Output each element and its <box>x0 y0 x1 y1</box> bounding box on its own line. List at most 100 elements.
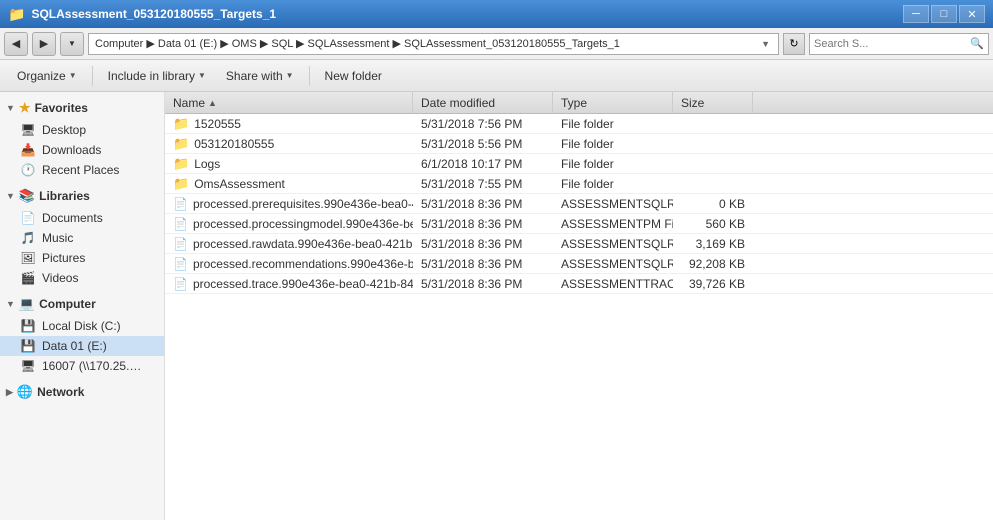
search-box[interactable]: 🔍 <box>809 33 989 55</box>
file-type: ASSESSMENTTRAC... <box>561 277 673 291</box>
title-bar-text: SQLAssessment_053120180555_Targets_1 <box>31 7 276 21</box>
sidebar-item-music[interactable]: 🎵 Music <box>0 228 164 248</box>
sidebar-item-downloads-label: Downloads <box>42 143 101 157</box>
file-type: File folder <box>561 177 614 191</box>
file-date: 5/31/2018 7:55 PM <box>421 177 522 191</box>
sidebar-item-desktop[interactable]: 🖥 Desktop <box>0 120 164 140</box>
sidebar-computer-header[interactable]: ▼ 💻 Computer <box>0 292 164 316</box>
col-header-name[interactable]: Name ▲ <box>165 92 413 113</box>
local-disk-c-icon: 💾 <box>20 318 36 334</box>
sidebar-favorites-header[interactable]: ▼ ★ Favorites <box>0 96 164 120</box>
file-cell-date: 5/31/2018 7:55 PM <box>413 177 553 191</box>
sidebar-item-recent-places[interactable]: 🕐 Recent Places <box>0 160 164 180</box>
col-header-size[interactable]: Size <box>673 92 753 113</box>
sidebar-item-downloads[interactable]: 📥 Downloads <box>0 140 164 160</box>
recent-places-icon: 🕐 <box>20 162 36 178</box>
table-row[interactable]: 📄 processed.rawdata.990e436e-bea0-421b-8… <box>165 234 993 254</box>
sidebar-item-data01-e[interactable]: 💾 Data 01 (E:) <box>0 336 164 356</box>
maximize-button[interactable]: □ <box>931 5 957 23</box>
file-date: 5/31/2018 7:56 PM <box>421 117 522 131</box>
table-row[interactable]: 📄 processed.trace.990e436e-bea0-421b-845… <box>165 274 993 294</box>
folder-icon: 📁 <box>173 156 189 172</box>
table-row[interactable]: 📁 Logs 6/1/2018 10:17 PM File folder <box>165 154 993 174</box>
sidebar-item-documents[interactable]: 📄 Documents <box>0 208 164 228</box>
file-cell-name: 📄 processed.recommendations.990e436e-bea… <box>165 257 413 271</box>
file-cell-name: 📁 053120180555 <box>165 136 413 152</box>
recent-locations-button[interactable]: ▼ <box>60 32 84 56</box>
network-label: Network <box>37 385 84 399</box>
address-path[interactable]: Computer ▶ Data 01 (E:) ▶ OMS ▶ SQL ▶ SQ… <box>88 33 779 55</box>
back-button[interactable]: ◀ <box>4 32 28 56</box>
downloads-icon: 📥 <box>20 142 36 158</box>
sidebar-item-pictures[interactable]: 🖼 Pictures <box>0 248 164 268</box>
file-date: 6/1/2018 10:17 PM <box>421 157 522 171</box>
title-bar-controls: ─ □ ✕ <box>903 5 985 23</box>
file-cell-date: 5/31/2018 8:36 PM <box>413 217 553 231</box>
file-type: ASSESSMENTSQLRE... <box>561 257 673 271</box>
file-name: 1520555 <box>194 117 241 131</box>
file-name: processed.rawdata.990e436e-bea0-421b-8..… <box>193 237 413 251</box>
file-cell-type: ASSESSMENTPM File <box>553 217 673 231</box>
file-name: processed.prerequisites.990e436e-bea0-42… <box>193 197 413 211</box>
file-cell-name: 📄 processed.rawdata.990e436e-bea0-421b-8… <box>165 237 413 251</box>
file-type: File folder <box>561 157 614 171</box>
search-icon[interactable]: 🔍 <box>970 37 984 50</box>
sidebar-item-network-drive[interactable]: 🖥 16007 (\\170.25.56.2 <box>0 356 164 376</box>
sidebar-libraries-header[interactable]: ▼ 📚 Libraries <box>0 184 164 208</box>
libraries-icon: 📚 <box>19 188 35 204</box>
col-header-type[interactable]: Type <box>553 92 673 113</box>
file-date: 5/31/2018 8:36 PM <box>421 217 522 231</box>
share-with-label: Share with <box>226 69 283 83</box>
file-cell-size: 92,208 KB <box>673 257 753 271</box>
file-cell-type: File folder <box>553 157 673 171</box>
table-row[interactable]: 📄 processed.recommendations.990e436e-bea… <box>165 254 993 274</box>
file-type: ASSESSMENTPM File <box>561 217 673 231</box>
table-row[interactable]: 📁 OmsAssessment 5/31/2018 7:55 PM File f… <box>165 174 993 194</box>
folder-icon: 📁 <box>173 116 189 132</box>
desktop-icon: 🖥 <box>20 122 36 138</box>
address-dropdown-arrow[interactable]: ▼ <box>759 39 772 49</box>
file-cell-type: File folder <box>553 137 673 151</box>
close-button[interactable]: ✕ <box>959 5 985 23</box>
computer-label: Computer <box>39 297 96 311</box>
network-collapse-arrow: ▶ <box>6 387 13 398</box>
title-bar: 📁 SQLAssessment_053120180555_Targets_1 ─… <box>0 0 993 28</box>
refresh-button[interactable]: ↻ <box>783 33 805 55</box>
videos-icon: 🎬 <box>20 270 36 286</box>
table-row[interactable]: 📁 1520555 5/31/2018 7:56 PM File folder <box>165 114 993 134</box>
sidebar-item-documents-label: Documents <box>42 211 103 225</box>
file-type: ASSESSMENTSQLR... <box>561 237 673 251</box>
file-size: 0 KB <box>719 197 745 211</box>
file-cell-name: 📁 OmsAssessment <box>165 176 413 192</box>
sidebar-item-videos[interactable]: 🎬 Videos <box>0 268 164 288</box>
col-header-date[interactable]: Date modified <box>413 92 553 113</box>
table-row[interactable]: 📄 processed.prerequisites.990e436e-bea0-… <box>165 194 993 214</box>
favorites-label: Favorites <box>35 101 88 115</box>
include-library-button[interactable]: Include in library ▼ <box>99 64 215 88</box>
sidebar-item-local-disk-c[interactable]: 💾 Local Disk (C:) <box>0 316 164 336</box>
table-row[interactable]: 📄 processed.processingmodel.990e436e-bea… <box>165 214 993 234</box>
organize-dropdown-arrow: ▼ <box>69 71 77 80</box>
folder-icon: 📁 <box>173 176 189 192</box>
table-row[interactable]: 📁 053120180555 5/31/2018 5:56 PM File fo… <box>165 134 993 154</box>
sidebar-network-header[interactable]: ▶ 🌐 Network <box>0 380 164 404</box>
organize-button[interactable]: Organize ▼ <box>8 64 86 88</box>
search-input[interactable] <box>814 38 970 50</box>
share-with-dropdown-arrow: ▼ <box>286 71 294 80</box>
music-icon: 🎵 <box>20 230 36 246</box>
include-library-label: Include in library <box>108 69 195 83</box>
file-cell-type: ASSESSMENTSQLR... <box>553 237 673 251</box>
favorites-star-icon: ★ <box>19 100 31 116</box>
sidebar-section-libraries: ▼ 📚 Libraries 📄 Documents 🎵 Music 🖼 Pict… <box>0 184 164 288</box>
new-folder-label: New folder <box>325 69 382 83</box>
file-size: 560 KB <box>706 217 745 231</box>
minimize-button[interactable]: ─ <box>903 5 929 23</box>
forward-button[interactable]: ▶ <box>32 32 56 56</box>
file-cell-type: File folder <box>553 117 673 131</box>
new-folder-button[interactable]: New folder <box>316 64 391 88</box>
col-type-label: Type <box>561 96 587 110</box>
share-with-button[interactable]: Share with ▼ <box>217 64 303 88</box>
file-cell-size: 0 KB <box>673 197 753 211</box>
file-date: 5/31/2018 5:56 PM <box>421 137 522 151</box>
col-name-label: Name <box>173 96 205 110</box>
